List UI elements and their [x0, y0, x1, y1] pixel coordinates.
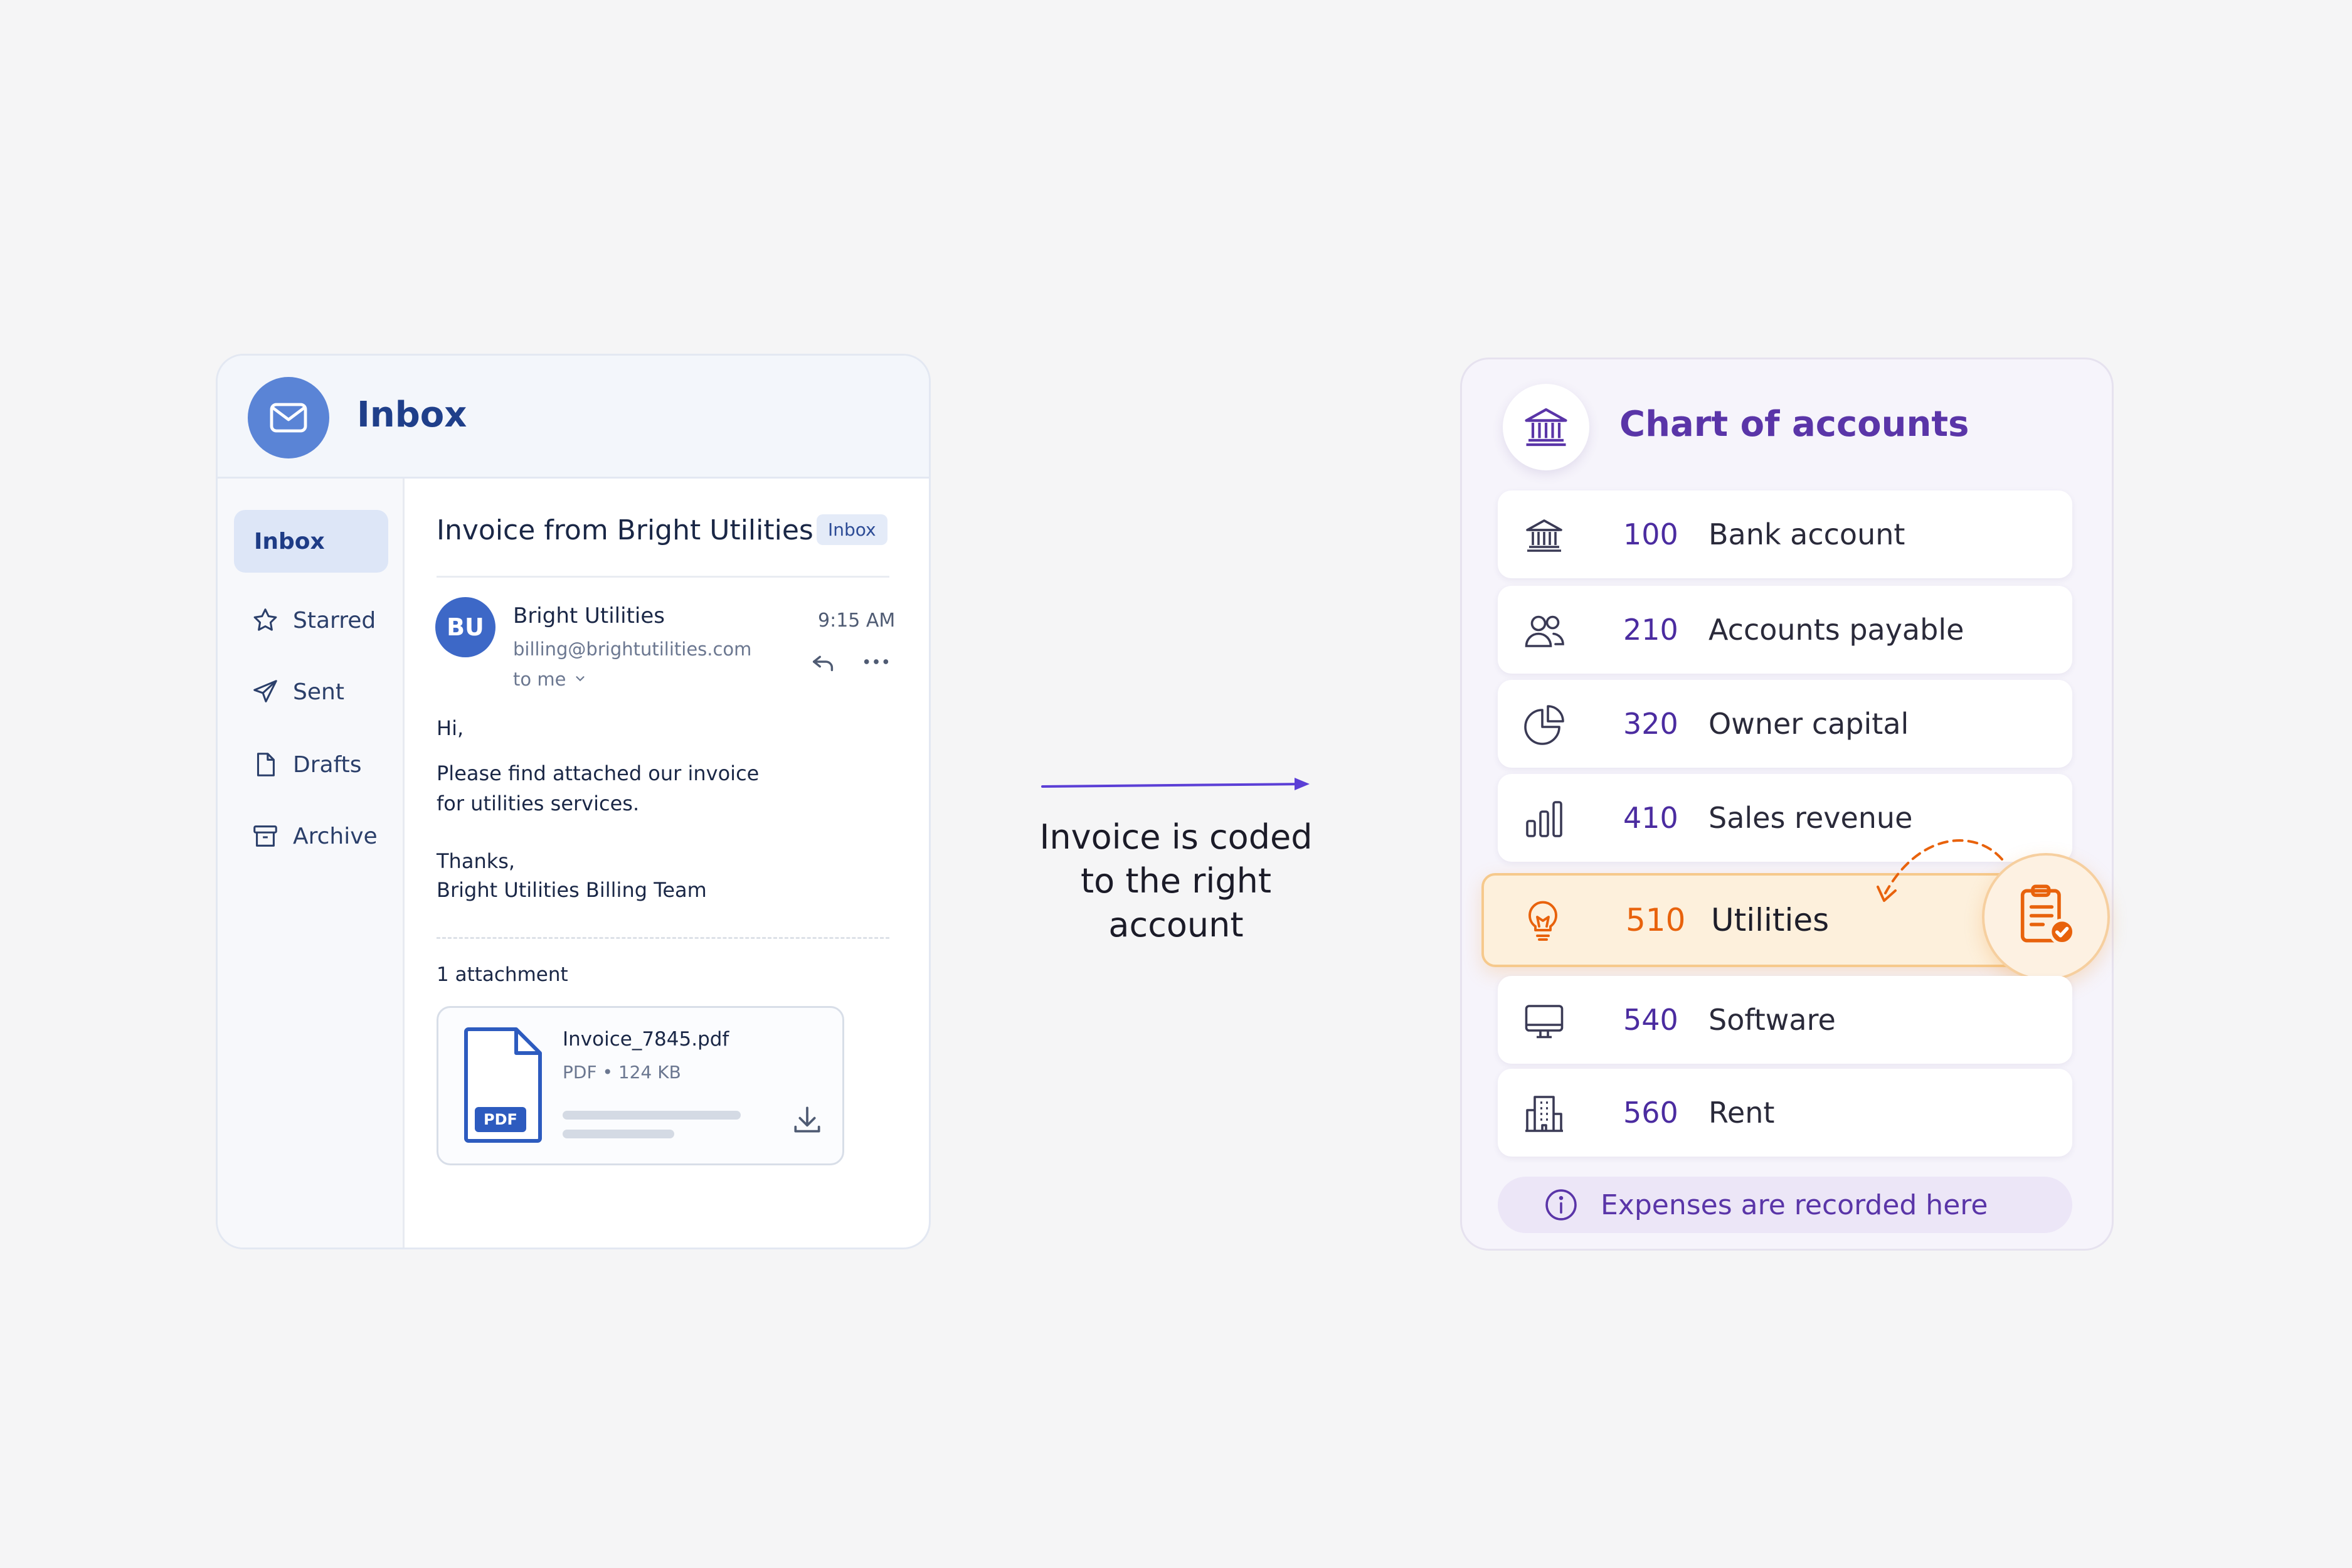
- chevron-down-icon: [573, 669, 587, 690]
- pie-chart-icon: [1522, 702, 1567, 748]
- sidebar-item-drafts[interactable]: Drafts: [234, 733, 388, 796]
- sidebar-item-label: Inbox: [254, 528, 325, 554]
- account-code: 210: [1623, 613, 1678, 647]
- divider: [437, 937, 889, 939]
- account-code: 510: [1626, 902, 1686, 938]
- inbox-badge[interactable]: Inbox: [817, 514, 887, 545]
- account-code: 560: [1623, 1096, 1678, 1130]
- document-check-icon: [2011, 881, 2081, 953]
- sidebar-item-inbox[interactable]: Inbox: [234, 510, 388, 573]
- account-code: 100: [1623, 517, 1678, 551]
- send-icon: [249, 675, 282, 708]
- reply-icon[interactable]: [809, 647, 838, 679]
- sidebar-item-archive[interactable]: Archive: [234, 805, 388, 867]
- account-code: 540: [1623, 1003, 1678, 1037]
- avatar: BU: [435, 597, 495, 657]
- account-row-560[interactable]: 560 Rent: [1498, 1069, 2072, 1157]
- attachment-filename: Invoice_7845.pdf: [563, 1028, 729, 1051]
- flow-arrow: [1041, 778, 1310, 790]
- chart-of-accounts-title: Chart of accounts: [1619, 404, 1969, 445]
- account-name: Utilities: [1711, 902, 1830, 938]
- sender-email: billing@brightutilities.com: [513, 638, 752, 660]
- mail-sidebar: Inbox Starred Sent Drafts Archive: [218, 479, 405, 1248]
- sidebar-item-label: Drafts: [293, 751, 362, 778]
- placeholder-bar: [563, 1111, 741, 1120]
- info-icon: [1543, 1187, 1579, 1223]
- caption-line: account: [1108, 905, 1244, 945]
- account-name: Sales revenue: [1708, 801, 1913, 835]
- bank-icon: [1503, 384, 1589, 470]
- account-name: Software: [1708, 1003, 1836, 1037]
- sidebar-item-label: Starred: [293, 607, 376, 633]
- sidebar-item-starred[interactable]: Starred: [234, 589, 388, 652]
- bar-chart-icon: [1522, 797, 1567, 842]
- account-name: Accounts payable: [1708, 613, 1964, 647]
- email-greeting: Hi,: [437, 716, 464, 740]
- info-note-text: Expenses are recorded here: [1601, 1189, 1988, 1221]
- inbox-header: Inbox: [218, 356, 929, 479]
- flow-caption: Invoice is coded to the right account: [1004, 815, 1348, 947]
- more-options-icon[interactable]: [861, 647, 892, 679]
- divider: [437, 576, 889, 578]
- account-row-210[interactable]: 210 Accounts payable: [1498, 586, 2072, 674]
- account-name: Owner capital: [1708, 707, 1909, 741]
- download-icon[interactable]: [790, 1102, 825, 1140]
- placeholder-bar: [563, 1130, 674, 1138]
- account-row-320[interactable]: 320 Owner capital: [1498, 680, 2072, 768]
- caption-line: Invoice is coded: [1039, 817, 1313, 857]
- monitor-icon: [1522, 999, 1567, 1044]
- email-time: 9:15 AM: [818, 610, 896, 632]
- star-icon: [249, 604, 282, 637]
- building-icon: [1522, 1091, 1567, 1136]
- account-code: 320: [1623, 707, 1678, 741]
- archive-icon: [249, 820, 282, 852]
- email-body-line: Please find attached our invoice: [437, 761, 760, 785]
- sender-name: Bright Utilities: [513, 603, 665, 628]
- file-icon: [249, 748, 282, 781]
- sidebar-item-label: Archive: [293, 823, 378, 849]
- attachment-count: 1 attachment: [437, 963, 568, 986]
- attachment-meta: PDF • 124 KB: [563, 1062, 681, 1083]
- users-icon: [1522, 608, 1567, 654]
- sidebar-item-label: Sent: [293, 679, 344, 705]
- account-row-540[interactable]: 540 Software: [1498, 976, 2072, 1064]
- account-name: Rent: [1708, 1096, 1775, 1130]
- email-signature: Bright Utilities Billing Team: [437, 878, 707, 902]
- pdf-type-label: PDF: [475, 1107, 526, 1132]
- email-signoff: Thanks,: [437, 849, 516, 873]
- mail-icon: [248, 377, 329, 458]
- recipient-label: to me: [513, 669, 566, 690]
- account-row-100[interactable]: 100 Bank account: [1498, 490, 2072, 578]
- email-subject: Invoice from Bright Utilities: [437, 514, 813, 546]
- attachment-card[interactable]: PDF Invoice_7845.pdf PDF • 124 KB: [437, 1006, 844, 1165]
- coded-invoice-badge: [1982, 853, 2110, 981]
- lightbulb-icon: [1520, 898, 1565, 943]
- account-name: Bank account: [1708, 517, 1905, 551]
- caption-line: to the right: [1080, 861, 1272, 901]
- sidebar-item-sent[interactable]: Sent: [234, 660, 388, 723]
- email-body-line: for utilities services.: [437, 792, 640, 815]
- bank-icon: [1522, 513, 1567, 558]
- recipient-toggle[interactable]: to me: [513, 669, 587, 690]
- account-code: 410: [1623, 801, 1678, 835]
- info-note: Expenses are recorded here: [1498, 1177, 2072, 1233]
- inbox-title: Inbox: [357, 395, 467, 435]
